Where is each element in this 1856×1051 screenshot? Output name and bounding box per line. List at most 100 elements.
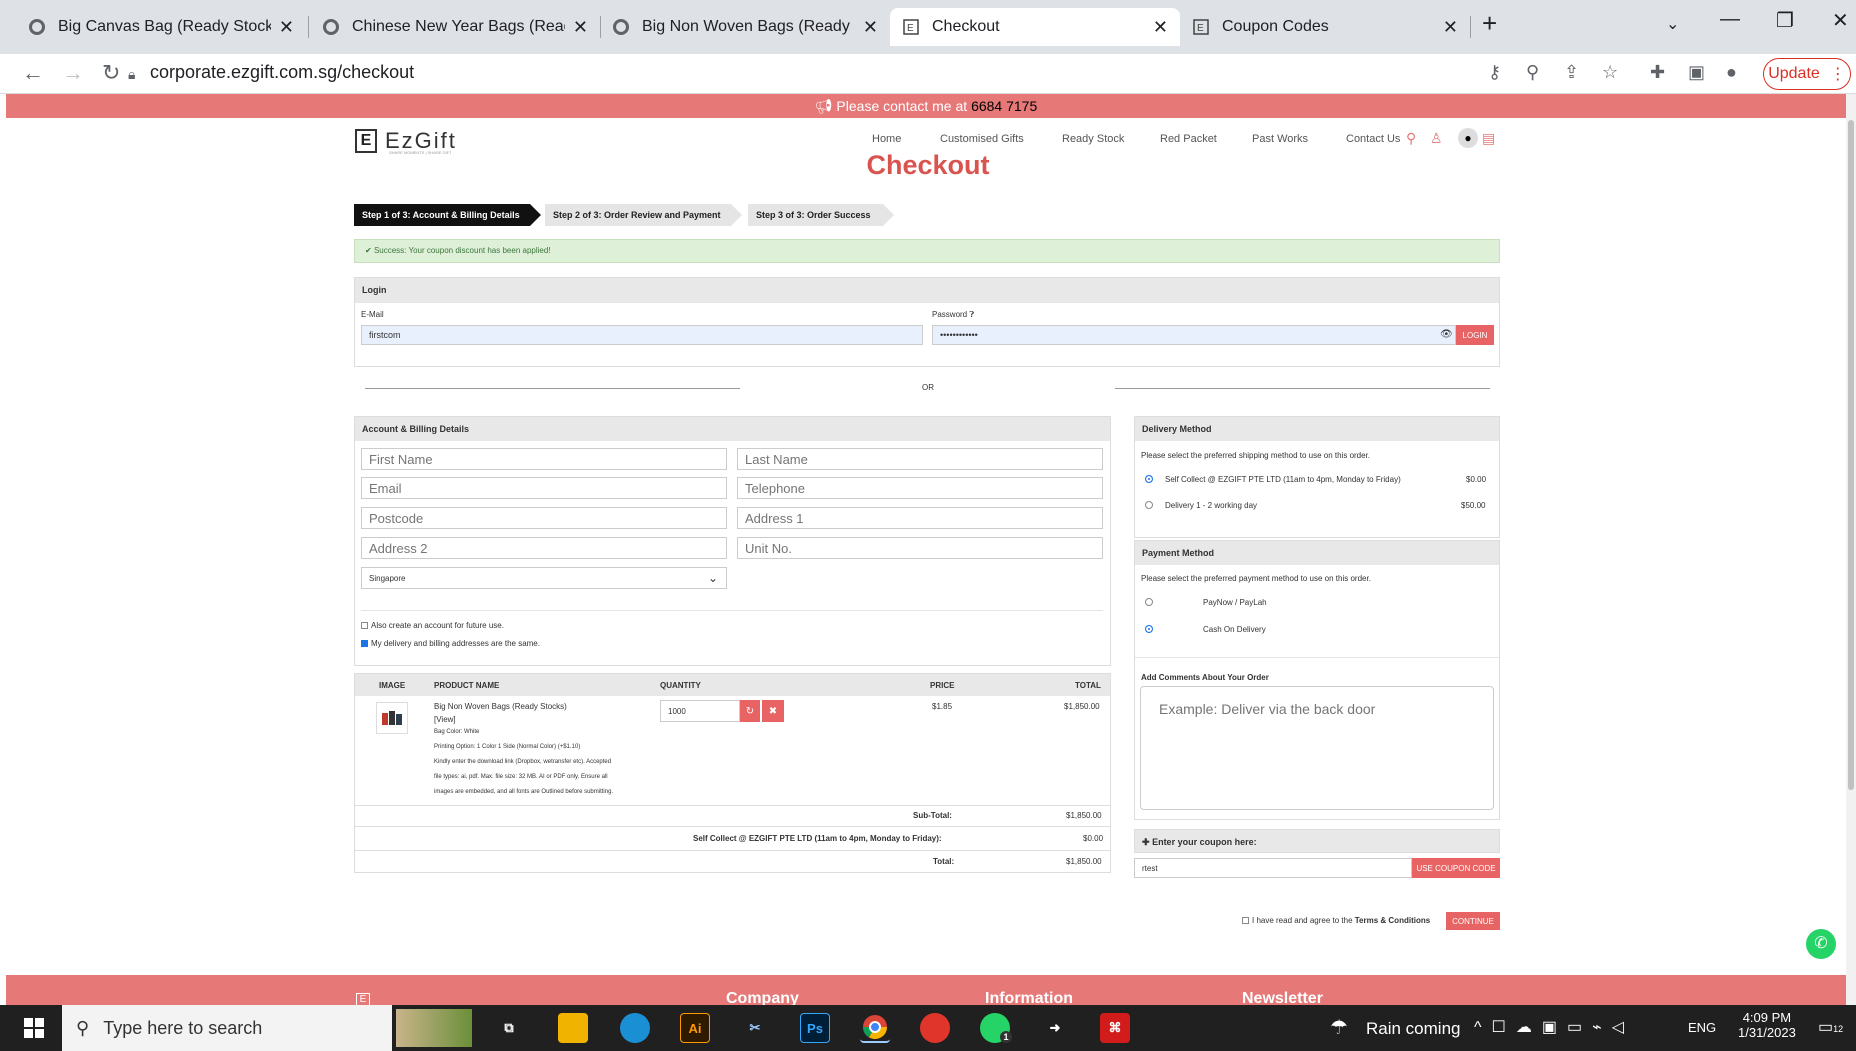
windows-start-icon[interactable] [24,1018,44,1043]
browser-tab[interactable]: Big Canvas Bag (Ready Stocks) ✕ [16,8,306,46]
whatsapp-taskbar-icon[interactable]: 1 [980,1013,1012,1043]
share-arrow-icon[interactable]: ➜ [1040,1013,1070,1043]
nav-home[interactable]: Home [872,133,901,145]
new-tab-button[interactable]: + [1482,8,1497,39]
zoom-icon[interactable]: ⚲ [1526,62,1539,83]
forward-icon[interactable]: → [62,60,84,86]
remove-icon[interactable]: ✖ [762,700,784,722]
contact-phone[interactable]: 6684 7175 [971,98,1037,114]
comments-textarea[interactable] [1140,686,1494,810]
minimize-icon[interactable]: — [1720,8,1740,31]
password-field[interactable]: •••••••••••• [932,325,1456,345]
terms-checkbox[interactable] [1242,917,1249,924]
email-field[interactable]: firstcom [361,325,923,345]
continue-button[interactable]: CONTINUE [1446,912,1500,930]
notifications-icon[interactable]: ▭12 [1818,1017,1843,1037]
lock-icon[interactable]: 🔒︎ [128,66,135,83]
close-tab-icon[interactable]: ✕ [863,17,878,38]
browser-tab[interactable]: Big Non Woven Bags (Ready Stoc ✕ [600,8,890,46]
payment-option-label: PayNow / PayLah [1203,598,1267,607]
product-thumbnail[interactable] [376,702,408,734]
weather-text[interactable]: Rain coming [1366,1019,1461,1039]
nav-ready-stock[interactable]: Ready Stock [1062,133,1124,145]
nav-customised-gifts[interactable]: Customised Gifts [940,133,1024,145]
first-name-input[interactable] [361,448,727,470]
document-icon[interactable]: ▤ [1482,130,1495,147]
scrollbar-thumb[interactable] [1848,120,1854,790]
same-address-label: My delivery and billing addresses are th… [371,639,540,648]
address1-input[interactable] [737,507,1103,529]
restore-icon[interactable]: ❐ [1776,8,1794,33]
last-name-input[interactable] [737,448,1103,470]
contact-text: Please contact me at [836,98,968,114]
profile-icon[interactable]: ● [1726,62,1737,83]
side-panel-icon[interactable]: ▣ [1688,62,1705,83]
update-button[interactable]: Update ⋮ [1763,58,1851,90]
payment-option-radio[interactable] [1145,625,1153,633]
key-icon[interactable]: ⚷ [1488,62,1501,83]
whatsapp-icon[interactable]: ✆ [1806,929,1836,959]
search-icon[interactable]: ⚲ [1406,130,1416,147]
nav-contact-us[interactable]: Contact Us [1346,133,1400,145]
address2-input[interactable] [361,537,727,559]
product-view-link[interactable]: [View] [434,715,456,724]
browser-tab-active[interactable]: E Checkout ✕ [890,8,1180,46]
bookmark-star-icon[interactable]: ☆ [1602,62,1618,83]
help-icon[interactable]: ❓︎ [969,310,974,319]
clock[interactable]: 4:09 PM 1/31/2023 [1738,1010,1796,1040]
reload-icon[interactable]: ↻ [102,60,120,86]
same-address-checkbox[interactable] [361,640,368,647]
language-indicator[interactable]: ENG [1688,1020,1716,1035]
file-explorer-icon[interactable] [558,1013,588,1043]
country-select[interactable]: Singapore ⌄ [361,567,727,589]
coupon-input[interactable]: rtest [1134,858,1412,878]
chrome-icon[interactable] [860,1013,890,1043]
tab-separator [308,16,309,38]
telephone-input[interactable] [737,477,1103,499]
login-button[interactable]: LOGIN [1456,325,1494,345]
app-icon[interactable] [920,1013,950,1043]
edge-icon[interactable] [620,1013,650,1043]
browser-tab[interactable]: Chinese New Year Bags (Ready st ✕ [310,8,600,46]
terms-link[interactable]: Terms & Conditions [1355,916,1430,925]
cart-icon[interactable]: ● [1458,128,1478,148]
delivery-option-radio[interactable] [1145,475,1153,483]
close-tab-icon[interactable]: ✕ [279,17,294,38]
browser-tab[interactable]: E Coupon Codes ✕ [1180,8,1470,46]
address-bar-url[interactable]: corporate.ezgift.com.sg/checkout [150,62,414,83]
acrobat-icon[interactable]: ⌘ [1100,1013,1130,1043]
extensions-icon[interactable]: ✚ [1650,62,1665,83]
weather-icon[interactable]: ☂ [1330,1015,1348,1040]
back-icon[interactable]: ← [22,60,44,86]
taskbar-search[interactable]: ⚲ Type here to search [62,1005,392,1051]
nav-red-packet[interactable]: Red Packet [1160,133,1217,145]
eye-icon[interactable]: 👁︎ [1440,329,1453,340]
zebra-widget-icon[interactable] [396,1009,472,1047]
close-tab-icon[interactable]: ✕ [1153,17,1168,38]
create-account-checkbox[interactable] [361,622,368,629]
close-tab-icon[interactable]: ✕ [1443,17,1458,38]
product-name[interactable]: Big Non Woven Bags (Ready Stocks) [434,702,567,711]
postcode-input[interactable] [361,507,727,529]
task-view-icon[interactable]: ⧉ [494,1013,524,1043]
tab-search-icon[interactable]: ⌄ [1666,14,1679,34]
nav-past-works[interactable]: Past Works [1252,133,1308,145]
illustrator-icon[interactable]: Ai [680,1013,710,1043]
system-tray-icons[interactable]: ^☐☁▣▭⌁◁ [1474,1017,1634,1037]
quantity-input[interactable]: 1000 [660,700,740,722]
email-input[interactable] [361,477,727,499]
total-value: $1,850.00 [1066,857,1102,866]
refresh-icon[interactable]: ↻ [740,700,760,722]
share-icon[interactable]: ⇪ [1564,62,1579,83]
close-tab-icon[interactable]: ✕ [573,17,588,38]
close-window-icon[interactable]: ✕ [1832,8,1849,33]
step-1: Step 1 of 3: Account & Billing Details [354,204,530,226]
user-icon[interactable]: ♙ [1430,130,1443,147]
photoshop-icon[interactable]: Ps [800,1013,830,1043]
unit-no-input[interactable] [737,537,1103,559]
step-3: Step 3 of 3: Order Success [748,204,883,226]
delivery-option-radio[interactable] [1145,501,1153,509]
payment-option-radio[interactable] [1145,598,1153,606]
use-coupon-button[interactable]: USE COUPON CODE [1412,858,1500,878]
snipping-tool-icon[interactable]: ✂ [740,1013,770,1043]
